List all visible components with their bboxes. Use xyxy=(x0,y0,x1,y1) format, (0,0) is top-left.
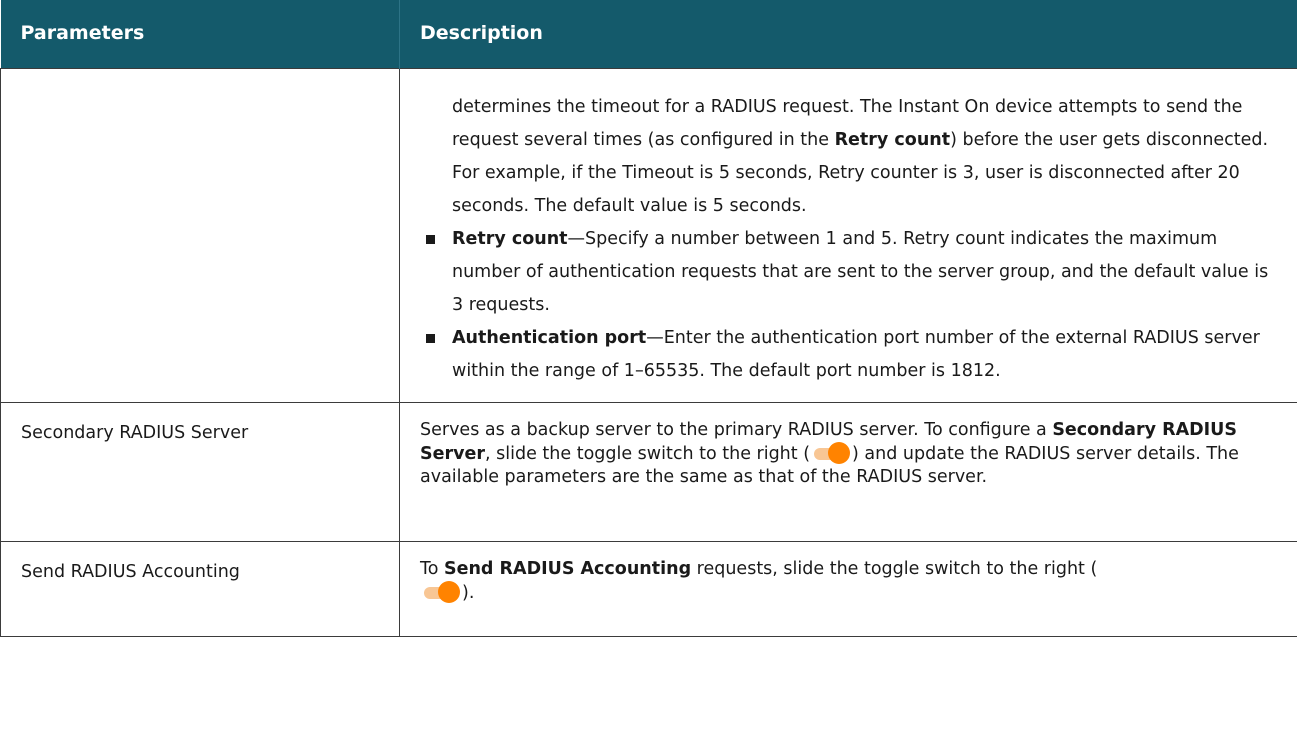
bullet-term: Authentication port xyxy=(452,328,647,348)
retry-count-emphasis: Retry count xyxy=(834,130,951,150)
header-parameters: Parameters xyxy=(0,0,400,69)
header-description-label: Description xyxy=(420,22,543,44)
list-item: Authentication port—Enter the authentica… xyxy=(420,322,1273,388)
desc-text: requests, slide the toggle switch to the… xyxy=(691,559,1098,579)
header-parameters-label: Parameters xyxy=(20,22,145,44)
table-row: determines the timeout for a RADIUS requ… xyxy=(0,68,1297,403)
desc-emphasis: Send RADIUS Accounting xyxy=(444,559,692,579)
description-cell-secondary-radius: Serves as a backup server to the primary… xyxy=(399,402,1297,542)
description-cell-send-accounting: To Send RADIUS Accounting requests, slid… xyxy=(399,541,1297,637)
desc-text: To xyxy=(420,559,444,579)
header-description: Description xyxy=(399,0,1297,69)
desc-text: Serves as a backup server to the primary… xyxy=(420,420,1053,440)
desc-text: ). xyxy=(462,583,475,603)
list-item: Retry count—Specify a number between 1 a… xyxy=(420,223,1273,322)
square-bullet-icon xyxy=(426,235,435,244)
param-cell-send-accounting: Send RADIUS Accounting xyxy=(0,541,400,637)
description-cell-radius-continued: determines the timeout for a RADIUS requ… xyxy=(399,68,1297,403)
param-label: Secondary RADIUS Server xyxy=(21,423,249,443)
secondary-radius-description: Serves as a backup server to the primary… xyxy=(400,403,1297,503)
param-label: Send RADIUS Accounting xyxy=(21,562,240,582)
parameters-table: Parameters Description determines the ti… xyxy=(0,0,1297,637)
table-header-row: Parameters Description xyxy=(0,0,1297,69)
toggle-on-icon xyxy=(812,442,851,464)
bullet-term: Retry count xyxy=(452,229,568,249)
desc-text: , slide the toggle switch to the right ( xyxy=(485,444,811,464)
send-accounting-description: To Send RADIUS Accounting requests, slid… xyxy=(400,542,1297,619)
timeout-continued-paragraph: determines the timeout for a RADIUS requ… xyxy=(452,91,1273,223)
toggle-on-icon xyxy=(422,581,460,603)
bullet-text: —Specify a number between 1 and 5. Retry… xyxy=(452,229,1269,315)
radius-settings-list: Retry count—Specify a number between 1 a… xyxy=(420,223,1273,388)
table-row: Send RADIUS Accounting To Send RADIUS Ac… xyxy=(0,541,1297,637)
square-bullet-icon xyxy=(426,334,435,343)
table-row: Secondary RADIUS Server Serves as a back… xyxy=(0,402,1297,542)
param-label xyxy=(1,69,399,85)
param-cell-radius-continued xyxy=(0,68,400,403)
param-cell-secondary-radius: Secondary RADIUS Server xyxy=(0,402,400,542)
